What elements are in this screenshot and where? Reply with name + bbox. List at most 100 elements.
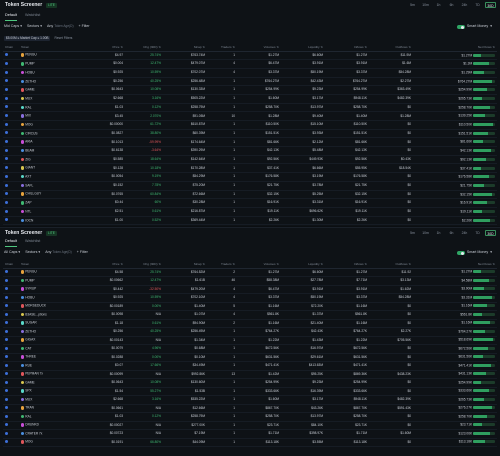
table-cell[interactable]: ZAP (19, 198, 89, 208)
table-row[interactable]: SUGAR $1.18 0.61% $94.90M 2 $1.16M $21.40M $1.1… (3, 319, 497, 328)
table-row[interactable]: AXT $0.0054 9.19% $54.29M 1 $176.58K $3.19M $17… (3, 172, 497, 182)
token-name[interactable]: ZETHO (25, 79, 36, 83)
toggle-switch[interactable] (456, 251, 465, 255)
token-name[interactable]: ZETHO (25, 329, 36, 333)
table-row[interactable]: GAME $0.0643 10.08% $130.60M 1 $254.99K $9.23M… (3, 378, 497, 388)
table-cell[interactable]: CAT (19, 344, 89, 354)
table-row[interactable]: ARIA $0.1013 -59.99% $174.64M 1 $81.66K $2.12M… (3, 137, 497, 148)
table-row[interactable]: B3ASE...ptions $0.0098 N/A $1.07M 4 $561.8K $1… (3, 310, 497, 320)
table-row[interactable]: RAL $1.03 0.12% $258.79M 1 $258.70K $13.97M $25… (3, 103, 497, 113)
tab-default[interactable]: Default (5, 239, 18, 247)
timeframe-5m[interactable]: 5m (407, 230, 418, 236)
token-name[interactable]: PENGU (25, 53, 36, 57)
table-row[interactable]: CAT $0.0079 4.96% $0.68M 1 $672.56K $16.97M $67… (3, 344, 497, 354)
reset-filters-link[interactable]: Reset Filters (54, 36, 72, 40)
table-cell[interactable]: CHILLGUY (19, 190, 89, 200)
token-name[interactable]: SAFL (25, 183, 33, 187)
sectors-dropdown[interactable]: Sectors ▾ (25, 250, 40, 255)
table-cell[interactable]: PUMP (19, 59, 89, 69)
token-name[interactable]: CAT (25, 346, 31, 350)
sort-icon[interactable]: ⇅ (364, 262, 367, 266)
add-filter-button[interactable]: + Filter (77, 250, 88, 255)
cap-dropdown[interactable]: Mid Caps ▾ (4, 24, 22, 29)
token-name[interactable]: PUMP (25, 278, 34, 282)
table-cell[interactable]: GAME (19, 378, 89, 388)
table-row[interactable]: MORSEDUCK $0.00189 0.00% $1.40M 5 $1.16M $72.2… (3, 302, 497, 311)
table-cell[interactable]: SYRUP (19, 285, 89, 294)
token-name[interactable]: CRATER 7x (25, 431, 42, 435)
table-cell[interactable]: ARIA (19, 137, 89, 148)
toggle-switch[interactable] (456, 25, 465, 29)
token-age-dropdown[interactable]: Any Token Age(D) (47, 24, 74, 29)
table-row[interactable]: CRATER 7x $0.00723 N/A $7.19M 1 $1.71M $398.97… (3, 429, 497, 439)
token-name[interactable]: B3ASE...ptions (25, 312, 46, 316)
table-row[interactable]: HOBU $0.925 10.59% $702.07M 4 $3.37M $50.19M $3… (3, 68, 497, 78)
token-name[interactable]: MIX (25, 114, 31, 118)
token-name[interactable]: ARIA (25, 140, 32, 144)
table-row[interactable]: ZETHO $0.256 40.25% $256.49M 1 $764.27K $42.43… (3, 327, 497, 337)
timeframe-24h[interactable]: 24h (459, 2, 470, 8)
table-cell[interactable]: B3ASE...ptions (19, 310, 89, 320)
token-name[interactable]: ZAP (25, 201, 31, 205)
token-name[interactable]: THREE (25, 355, 36, 359)
table-row[interactable]: PEPMAN 7x $0.00099 N/A $992.86K 13 $1.42M $95.… (3, 370, 497, 379)
cap-dropdown[interactable]: All Caps ▾ (4, 250, 20, 255)
token-name[interactable]: MORSEDUCK (25, 304, 46, 308)
table-cell[interactable]: THREE (19, 353, 89, 362)
table-row[interactable]: NTL $2.51 0.61% $216.87M 1 $19.11K $696.62K $19… (3, 207, 497, 217)
tab-watchlist[interactable]: Watchlist (25, 239, 40, 247)
token-name[interactable]: CHILLGUY (25, 192, 41, 196)
table-cell[interactable]: PEPMAN 7x (19, 370, 89, 379)
table-cell[interactable]: ZETHO (19, 77, 89, 87)
sort-icon[interactable]: ⇅ (320, 262, 323, 266)
sort-icon[interactable]: ⇅ (364, 45, 367, 49)
token-name[interactable]: GIANT (25, 166, 35, 170)
table-row[interactable]: MIX $3.45 2.070% $91.05M 10 $1.28M $9.40M $1.40… (3, 111, 497, 121)
token-name[interactable]: AXT (25, 175, 31, 179)
table-cell[interactable]: MIX (19, 111, 89, 121)
table-cell[interactable]: MOG (19, 438, 89, 447)
table-row[interactable]: RUE $0.07 17.66% $34.49M 1 $471.41K $413.63M $4… (3, 361, 497, 371)
table-row[interactable]: SPX $1.54 55.27% $1.53B 1 $333.66K $16.39M $333… (3, 387, 497, 396)
table-cell[interactable]: RUE (19, 361, 89, 371)
table-cell[interactable]: SUGAR (19, 319, 89, 328)
sort-icon[interactable]: ⇅ (408, 262, 411, 266)
token-name[interactable]: GAME (25, 88, 34, 92)
table-row[interactable]: PUMP $0.00662 12.47% $1.61B 46 $58.38M $27.78M… (3, 276, 497, 286)
token-name[interactable]: BEAM (25, 149, 34, 153)
table-cell[interactable]: BEAM (19, 146, 89, 156)
table-row[interactable]: MUX $2.668 3.16% $535.22M 1 $1.60M $3.17M $948.… (3, 395, 497, 405)
sort-icon[interactable]: ⇅ (232, 262, 235, 266)
sort-icon[interactable]: ⇅ (158, 45, 161, 49)
timeframe-1h[interactable]: 1h (433, 230, 444, 236)
token-name[interactable]: MUX (25, 397, 32, 401)
token-name[interactable]: ZIG (25, 157, 30, 161)
timeframe-1h[interactable]: 1h (433, 2, 444, 8)
table-row[interactable]: PENGU $4.58 25.74% $764.52M 2 $1.27M $6.60M $1.… (3, 268, 497, 277)
tab-default[interactable]: Default (5, 13, 18, 21)
token-name[interactable]: NTL (25, 209, 31, 213)
sort-icon[interactable]: ⇅ (232, 45, 235, 49)
token-name[interactable]: RUE (25, 363, 32, 367)
token-name[interactable]: SYRUP (25, 287, 36, 291)
table-row[interactable]: CHILLGUY $0.0765 60.84% $72.66M 1 $32.15K $5.2… (3, 190, 497, 200)
table-cell[interactable]: AXT (19, 172, 89, 182)
table-cell[interactable]: SAFL (19, 181, 89, 191)
table-cell[interactable]: MOG (19, 120, 89, 130)
sort-icon[interactable]: ⇅ (276, 262, 279, 266)
timeframe-5m[interactable]: 5m (407, 2, 418, 8)
sort-icon[interactable]: ⇅ (276, 45, 279, 49)
timeframe-30d[interactable]: 30D (485, 2, 496, 8)
table-cell[interactable]: CIRCUS (19, 129, 89, 139)
table-cell[interactable]: NTL (19, 207, 89, 217)
table-cell[interactable]: PUMP (19, 276, 89, 286)
token-name[interactable]: PENGU (25, 270, 36, 274)
table-row[interactable]: BEAM $0.6138 -3.64% $390.29M 1 $42.13K $5.48M $… (3, 146, 497, 156)
table-cell[interactable]: PENGU (19, 51, 89, 61)
timeframe-7d[interactable]: 7D (472, 2, 483, 8)
table-cell[interactable]: CRATER 7x (19, 429, 89, 439)
timeframe-10m[interactable]: 10m (420, 2, 431, 8)
table-cell[interactable]: GAME (19, 85, 89, 95)
table-cell[interactable]: PENGU (19, 268, 89, 277)
table-cell[interactable]: RAL (19, 412, 89, 422)
